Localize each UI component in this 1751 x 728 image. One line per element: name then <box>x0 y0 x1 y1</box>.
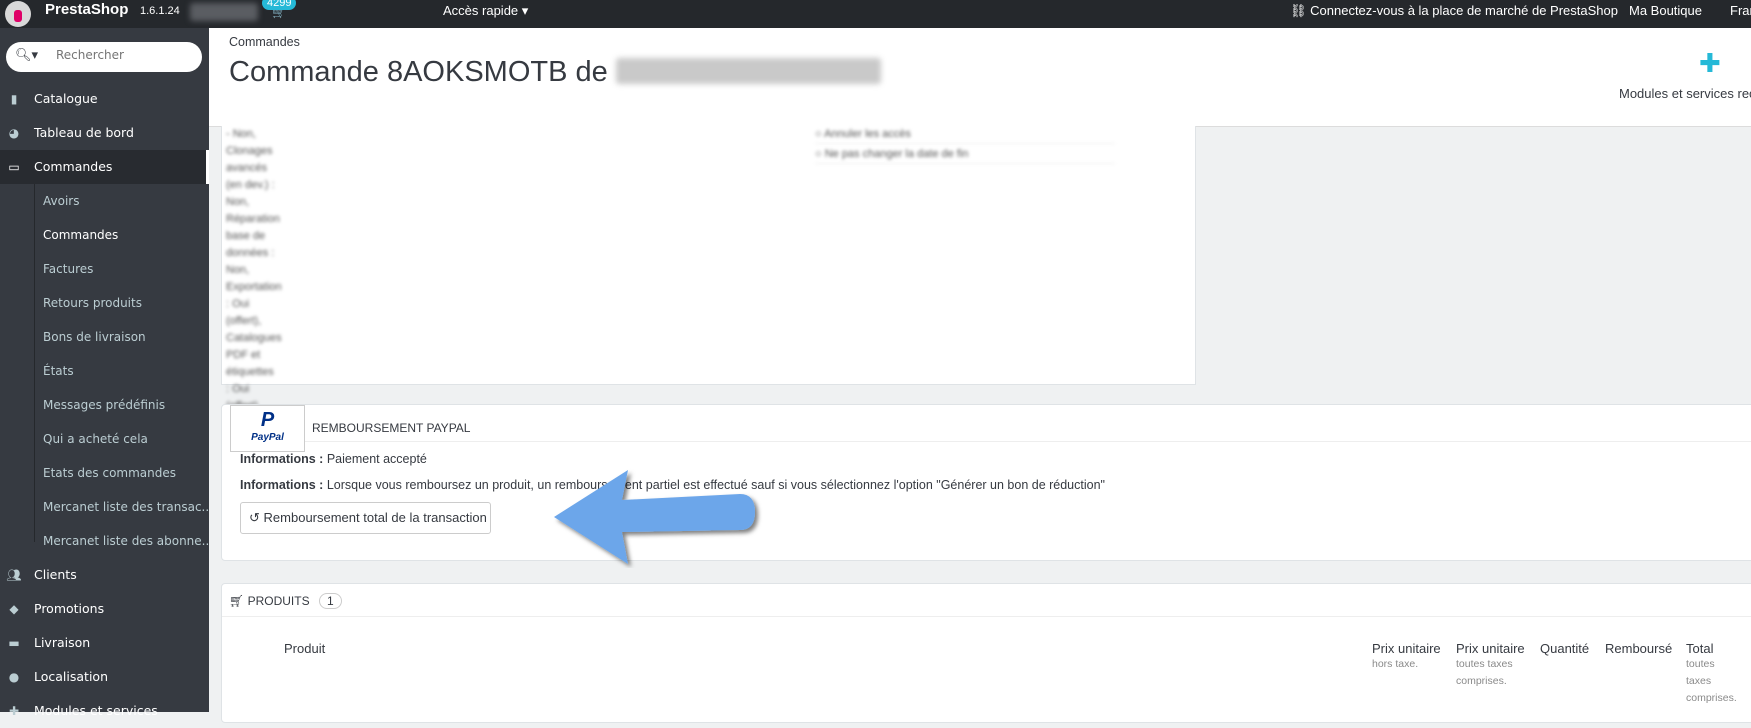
search-icon[interactable]: 🔍︎▾ <box>15 48 38 63</box>
sidebar-item-dashboard[interactable]: ◕ Tableau de bord <box>0 116 209 150</box>
search-input[interactable] <box>56 48 186 62</box>
puzzle-icon: ✚ <box>8 704 20 718</box>
cart-icon: 🛒︎ <box>229 594 245 608</box>
column-label: Total <box>1686 641 1714 656</box>
column-header-product[interactable]: Produit <box>284 641 325 656</box>
sidebar-item-clients[interactable]: 👥︎ Clients <box>0 558 209 592</box>
sidebar-item-label: Promotions <box>34 601 105 616</box>
truck-icon: ▬ <box>8 636 20 650</box>
sidebar-item-modules[interactable]: ✚ Modules et services <box>0 694 209 728</box>
submenu-item-qui-a-achete[interactable]: Qui a acheté cela <box>0 422 209 456</box>
column-header-refunded[interactable]: Remboursé <box>1605 641 1672 656</box>
submenu-item-avoirs[interactable]: Avoirs <box>0 184 209 218</box>
tags-icon: ◆ <box>9 602 19 616</box>
column-header-unit-price-excl[interactable]: Prix unitaire hors taxe. <box>1372 641 1447 673</box>
sidebar: 🔍︎▾ ▮ Catalogue ◕ Tableau de bord ▭ Command… <box>0 28 209 718</box>
column-header-total[interactable]: Total toutes taxes comprises. <box>1686 641 1737 707</box>
sidebar-item-label: Commandes <box>34 159 113 174</box>
info-text: Paiement accepté <box>326 452 427 466</box>
submenu-item-mercanet-transactions[interactable]: Mercanet liste des transac... <box>0 490 209 524</box>
sidebar-item-label: Livraison <box>34 635 91 650</box>
submenu-item-mercanet-abonnements[interactable]: Mercanet liste des abonne... <box>0 524 209 558</box>
redacted-option: ○ Ne pas changer la date de fin <box>815 146 1115 164</box>
arrow-shape <box>554 470 755 564</box>
book-icon: ▮ <box>10 92 18 106</box>
credit-card-icon: ▭ <box>8 160 20 174</box>
page-title: Commande 8AOKSMOTB de <box>229 56 881 89</box>
puzzle-icon[interactable]: ✚ <box>1699 48 1721 79</box>
shop-link[interactable]: Ma Boutique <box>1629 0 1702 28</box>
search-box[interactable]: 🔍︎▾ <box>6 42 202 72</box>
redacted-shop-name <box>190 3 258 21</box>
paypal-refund-panel: P PayPal REMBOURSEMENT PAYPAL Informatio… <box>221 404 1751 561</box>
divider <box>305 441 1751 442</box>
paypal-logo-text: PayPal <box>251 432 284 443</box>
info-label: Informations : <box>240 478 324 492</box>
products-count-badge: 1 <box>318 593 342 609</box>
divider <box>222 616 1751 617</box>
paypal-logo: P PayPal <box>230 405 305 452</box>
submenu-item-commandes[interactable]: Commandes <box>0 218 209 252</box>
sidebar-item-orders[interactable]: ▭ Commandes <box>0 150 209 184</box>
column-label: Prix unitaire <box>1372 641 1441 656</box>
version: 1.6.1.24 <box>140 5 180 17</box>
sidebar-item-label: Localisation <box>34 669 108 684</box>
info-label: Informations : <box>240 452 324 466</box>
products-panel: 🛒︎ PRODUITS 1 Produit Prix unitaire hors … <box>221 583 1751 723</box>
column-sublabel: hors taxe. <box>1372 658 1419 670</box>
globe-icon: ● <box>8 670 20 684</box>
column-sublabel: toutes taxes comprises. <box>1456 658 1513 687</box>
sidebar-item-promotions[interactable]: ◆ Promotions <box>0 592 209 626</box>
products-heading: 🛒︎ PRODUITS 1 <box>229 593 342 609</box>
redacted-customer-name <box>615 58 881 84</box>
products-title: PRODUITS <box>247 594 310 608</box>
sidebar-item-label: Tableau de bord <box>34 125 134 140</box>
column-label: Prix unitaire <box>1456 641 1525 656</box>
top-bar: PrestaShop 1.6.1.24 🛒 4299 Accès rapide … <box>0 0 1751 28</box>
breadcrumb[interactable]: Commandes <box>229 35 300 49</box>
sidebar-item-catalogue[interactable]: ▮ Catalogue <box>0 82 209 116</box>
language-menu[interactable]: Fran <box>1730 0 1751 28</box>
users-icon: 👥︎ <box>6 568 22 582</box>
column-header-quantity[interactable]: Quantité <box>1540 641 1589 656</box>
dashboard-icon: ◕ <box>8 126 20 140</box>
brand-name: PrestaShop <box>45 1 129 18</box>
column-header-unit-price-incl[interactable]: Prix unitaire toutes taxes comprises. <box>1456 641 1536 690</box>
full-refund-label: Remboursement total de la transaction <box>263 510 487 525</box>
marketplace-link[interactable]: ⛓ Connectez-vous à la place de marché de… <box>1290 0 1618 28</box>
column-sublabel: toutes taxes comprises. <box>1686 658 1737 704</box>
full-refund-button[interactable]: ↺ Remboursement total de la transaction <box>240 502 491 534</box>
undo-icon: ↺ <box>249 510 260 525</box>
page-title-text: Commande 8AOKSMOTB de <box>229 56 608 88</box>
submenu-item-messages[interactable]: Messages prédéfinis <box>0 388 209 422</box>
quick-access-label: Accès rapide <box>443 3 519 18</box>
annotation-arrow <box>554 470 755 564</box>
submenu-item-etats-commandes[interactable]: Etats des commandes <box>0 456 209 490</box>
sidebar-item-label: Catalogue <box>34 91 98 106</box>
caret-down-icon: ▾ <box>521 3 529 18</box>
orders-badge[interactable]: 4299 <box>262 0 297 10</box>
marketplace-label: Connectez-vous à la place de marché de P… <box>1310 3 1618 18</box>
sidebar-item-livraison[interactable]: ▬ Livraison <box>0 626 209 660</box>
submenu-item-bons-livraison[interactable]: Bons de livraison <box>0 320 209 354</box>
link-icon: ⛓ <box>1290 3 1307 18</box>
sidebar-item-label: Clients <box>34 567 77 582</box>
sidebar-item-label: Modules et services <box>34 703 158 718</box>
panel-title: REMBOURSEMENT PAYPAL <box>312 421 471 435</box>
page-header: Commandes Commande 8AOKSMOTB de ✚ Module… <box>209 28 1751 127</box>
submenu-item-factures[interactable]: Factures <box>0 252 209 286</box>
info-payment-status: Informations : Paiement accepté <box>240 452 427 466</box>
submenu-item-retours[interactable]: Retours produits <box>0 286 209 320</box>
prestashop-logo[interactable] <box>5 1 31 27</box>
redacted-option: ○ Annuler les accès <box>815 126 1115 144</box>
sidebar-item-localisation[interactable]: ● Localisation <box>0 660 209 694</box>
redacted-product-options: - Non, Clonages avancés (en dev.) : Non,… <box>226 128 282 412</box>
quick-access-menu[interactable]: Accès rapide ▾ <box>443 0 528 28</box>
submenu-item-etats[interactable]: États <box>0 354 209 388</box>
modules-services-button[interactable]: Modules et services rec <box>1619 86 1751 101</box>
order-details-panel: - Non, Clonages avancés (en dev.) : Non,… <box>221 126 1196 412</box>
